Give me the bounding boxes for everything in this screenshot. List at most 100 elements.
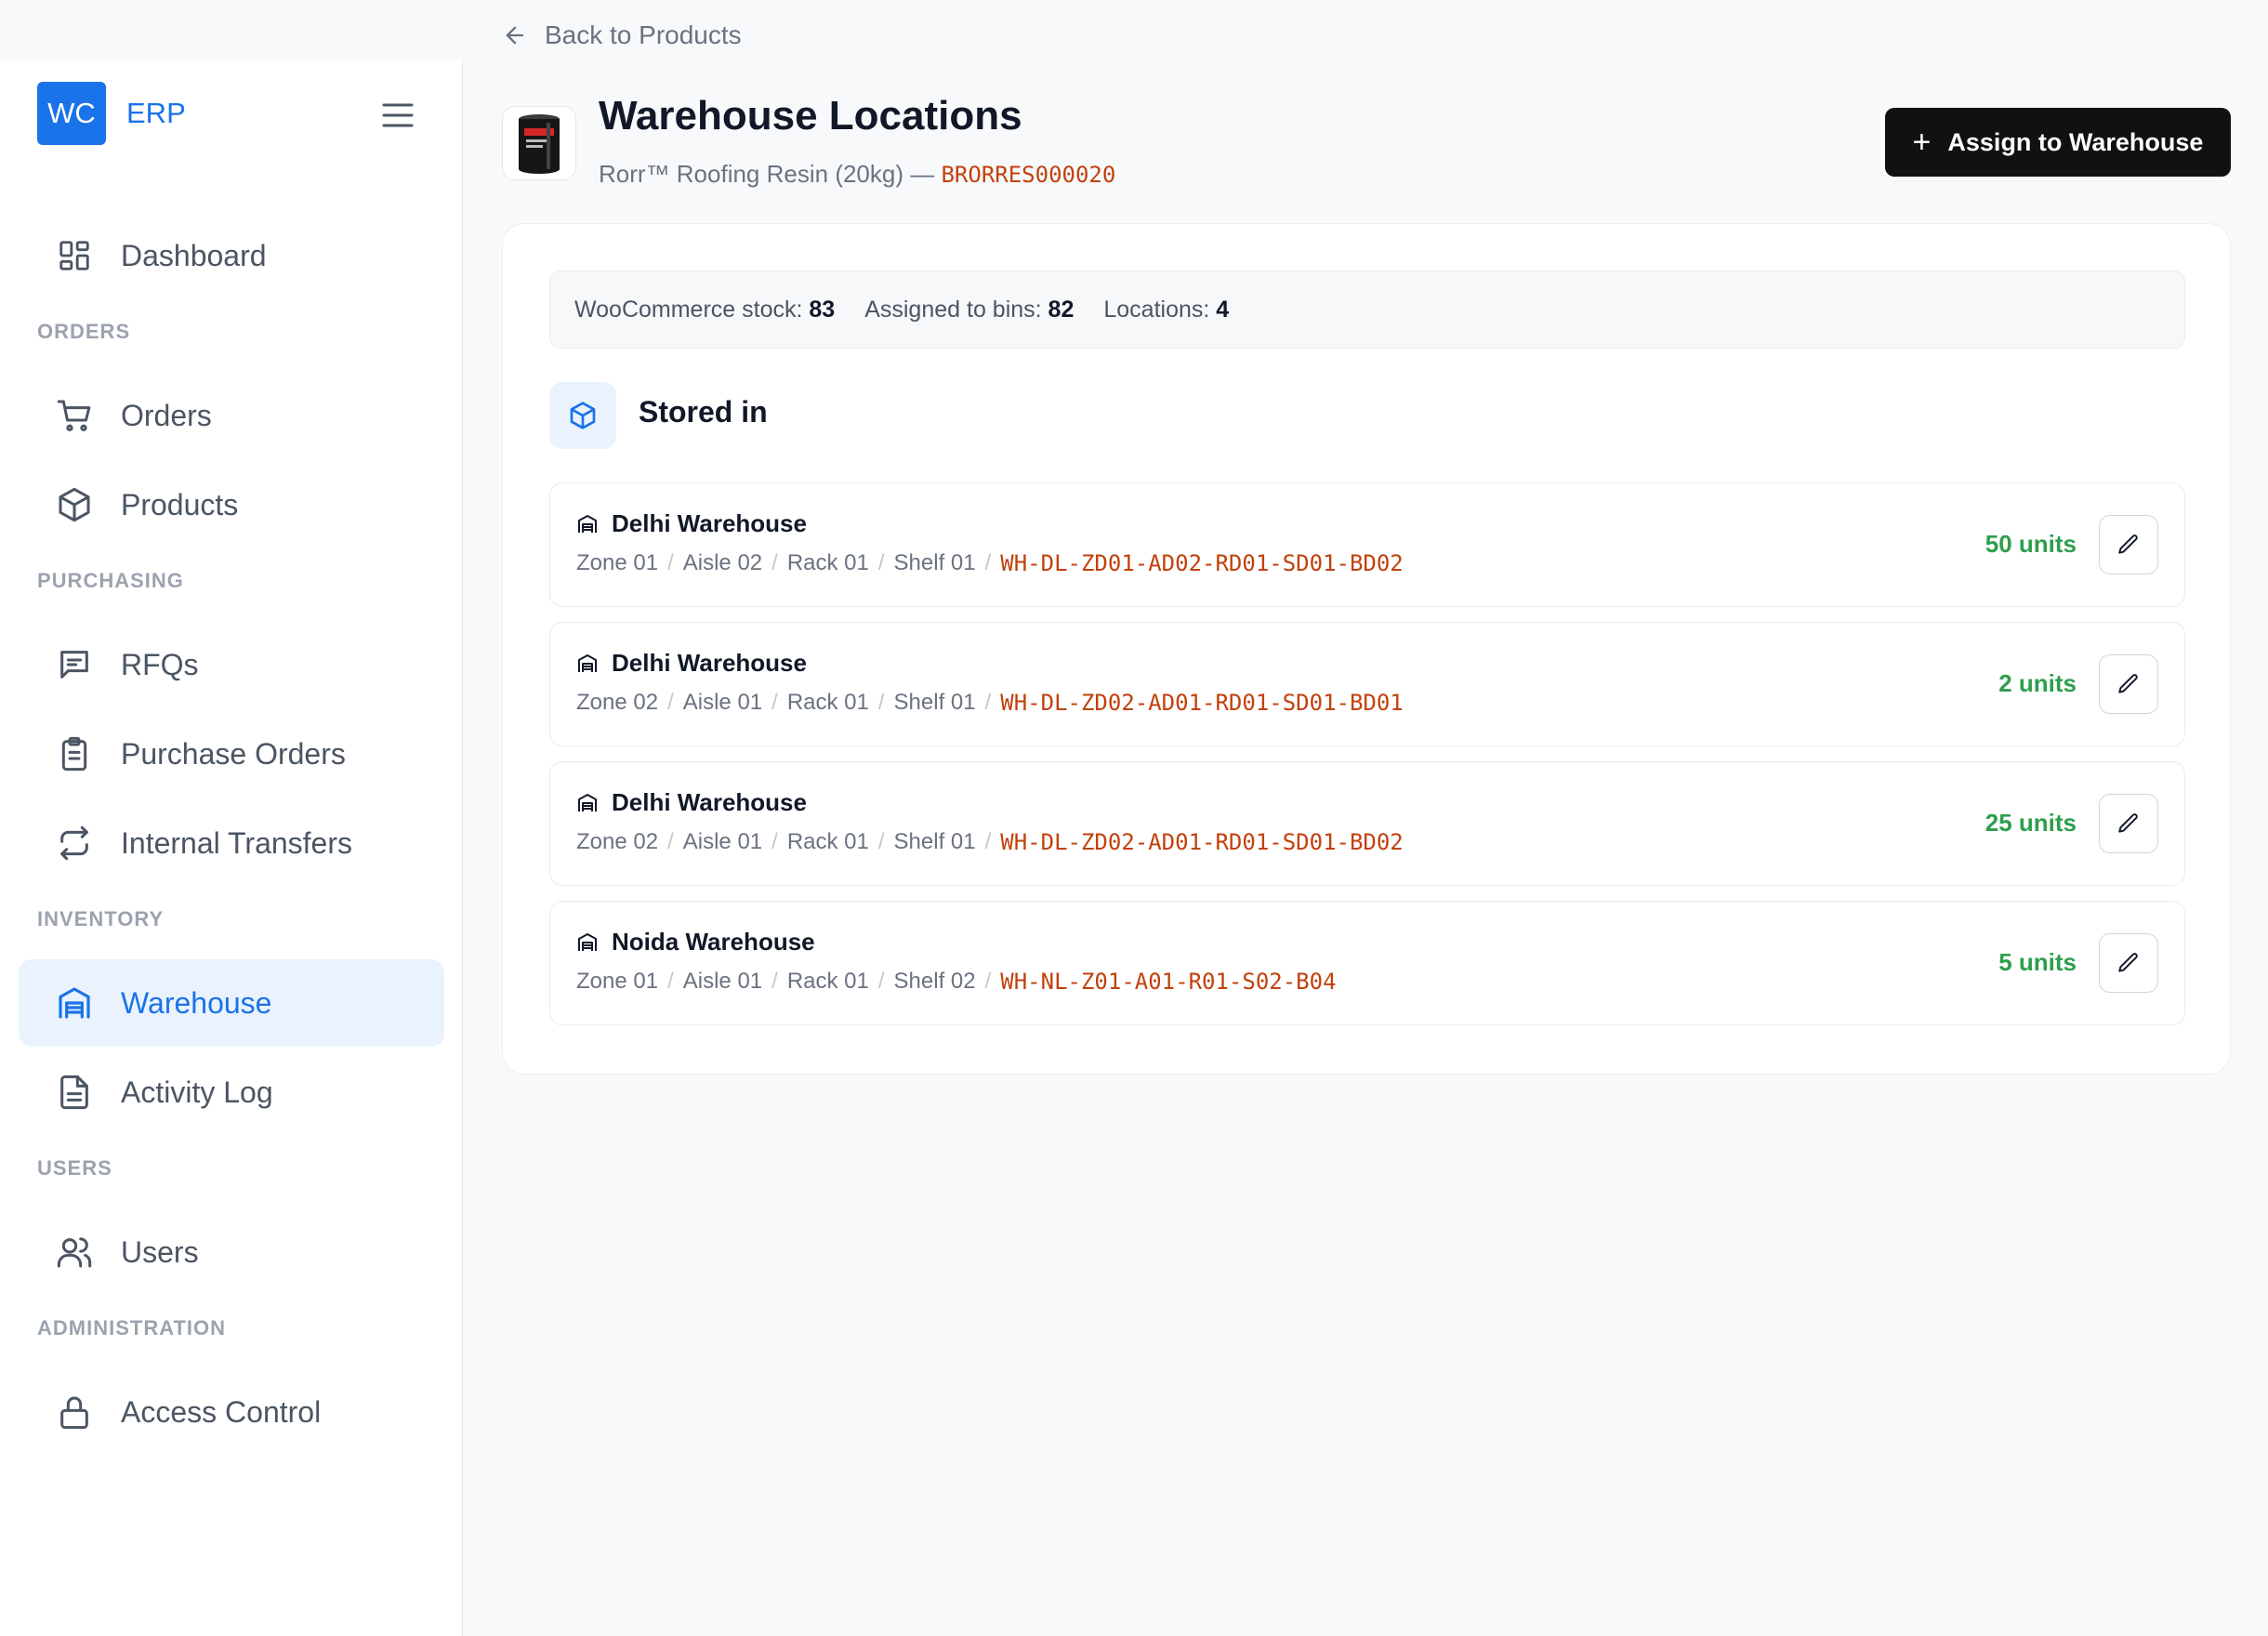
location-path: Zone 02 / Aisle 01 / Rack 01 / Shelf 01 / WH… <box>576 690 1404 716</box>
sidebar-item-label: Purchase Orders <box>121 736 346 771</box>
edit-location-button[interactable] <box>2099 933 2158 993</box>
shelf: Shelf 01 <box>893 829 976 854</box>
arrow-left-icon <box>502 20 532 50</box>
bin-code: WH-DL-ZD02-AD01-RD01-SD01-BD02 <box>1000 829 1404 855</box>
sidebar-item-orders[interactable]: Orders <box>19 372 444 459</box>
pencil-icon <box>2118 953 2138 972</box>
product-subtitle: Rorr™ Roofing Resin (20kg) — BRORRES0000… <box>599 160 1115 189</box>
location-row: Noida Warehouse Zone 01 / Aisle 01 / Rack … <box>549 901 2185 1025</box>
rack: Rack 01 <box>786 690 869 715</box>
bin-code: WH-NL-Z01-A01-R01-S02-B04 <box>1000 969 1337 995</box>
dashboard-icon <box>56 237 93 274</box>
sidebar-item-dashboard[interactable]: Dashboard <box>19 212 444 299</box>
locations-count-stat: Locations: 4 <box>1103 297 1229 323</box>
pencil-icon <box>2118 674 2138 693</box>
stored-in-heading: Stored in <box>639 395 768 429</box>
path-separator: / <box>877 969 885 994</box>
transfer-icon <box>56 825 93 862</box>
product-thumbnail <box>502 106 576 180</box>
document-icon <box>56 1074 93 1111</box>
sidebar-item-access-control[interactable]: Access Control <box>19 1368 444 1456</box>
location-row: Delhi Warehouse Zone 02 / Aisle 01 / Rack … <box>549 622 2185 746</box>
sidebar-item-users[interactable]: Users <box>19 1208 444 1296</box>
sidebar-item-products[interactable]: Products <box>19 461 444 548</box>
edit-location-button[interactable] <box>2099 794 2158 853</box>
path-separator: / <box>667 690 674 715</box>
stat-label: Assigned to bins: <box>864 296 1048 323</box>
sidebar-item-purchase-orders[interactable]: Purchase Orders <box>19 710 444 798</box>
sidebar-item-activity-log[interactable]: Activity Log <box>19 1049 444 1136</box>
warehouse-icon <box>576 652 600 676</box>
edit-location-button[interactable] <box>2099 654 2158 714</box>
path-separator: / <box>667 550 674 575</box>
zone: Zone 01 <box>576 550 659 575</box>
unit-count: 2 units <box>1998 669 2077 697</box>
rack: Rack 01 <box>786 829 869 854</box>
sidebar-item-label: Access Control <box>121 1394 322 1429</box>
zone: Zone 01 <box>576 969 659 994</box>
sidebar-item-label: Users <box>121 1234 199 1269</box>
sidebar-item-rfqs[interactable]: RFQs <box>19 621 444 708</box>
location-row: Delhi Warehouse Zone 01 / Aisle 02 / Rack … <box>549 482 2185 607</box>
path-separator: / <box>984 550 992 575</box>
path-separator: / <box>667 829 674 854</box>
menu-toggle-icon[interactable] <box>377 97 418 134</box>
package-icon <box>549 382 616 449</box>
warehouse-label: Delhi Warehouse <box>612 509 807 537</box>
path-separator: / <box>771 690 778 715</box>
aisle: Aisle 01 <box>682 690 763 715</box>
message-icon <box>56 646 93 683</box>
stat-label: WooCommerce stock: <box>574 296 810 323</box>
aisle: Aisle 01 <box>682 969 763 994</box>
sidebar-item-label: RFQs <box>121 647 199 681</box>
path-separator: / <box>984 829 992 854</box>
sidebar-item-label: Products <box>121 487 239 521</box>
zone: Zone 02 <box>576 690 659 715</box>
location-path: Zone 02 / Aisle 01 / Rack 01 / Shelf 01 / WH… <box>576 829 1404 855</box>
pencil-icon <box>2118 534 2138 554</box>
path-separator: / <box>771 550 778 575</box>
section-label-purchasing: PURCHASING <box>37 569 184 592</box>
pencil-icon <box>2118 813 2138 833</box>
warehouse-locations-card: WooCommerce stock: 83 Assigned to bins: … <box>502 223 2231 1075</box>
path-separator: / <box>771 829 778 854</box>
stock-summary-bar: WooCommerce stock: 83 Assigned to bins: … <box>549 270 2185 349</box>
assign-to-warehouse-button[interactable]: + Assign to Warehouse <box>1885 108 2231 177</box>
product-name: Rorr™ Roofing Resin (20kg) — <box>599 160 942 188</box>
sidebar-item-warehouse[interactable]: Warehouse <box>19 959 444 1047</box>
unit-count: 25 units <box>1984 809 2077 837</box>
rack: Rack 01 <box>786 969 869 994</box>
section-label-inventory: INVENTORY <box>37 907 165 930</box>
cart-icon <box>56 397 93 434</box>
location-path: Zone 01 / Aisle 01 / Rack 01 / Shelf 02 / WH… <box>576 969 1337 995</box>
stat-label: Locations: <box>1103 296 1217 323</box>
shelf: Shelf 01 <box>893 550 976 575</box>
shelf: Shelf 02 <box>893 969 976 994</box>
path-separator: / <box>877 550 885 575</box>
section-label-administration: ADMINISTRATION <box>37 1316 227 1339</box>
warehouse-icon <box>576 930 600 955</box>
unit-count: 50 units <box>1984 530 2077 558</box>
sidebar-item-internal-transfers[interactable]: Internal Transfers <box>19 799 444 887</box>
section-label-orders: ORDERS <box>37 320 131 343</box>
lock-icon <box>56 1393 93 1431</box>
back-label: Back to Products <box>545 20 742 49</box>
warehouse-name: Delhi Warehouse <box>576 649 807 678</box>
warehouse-name: Noida Warehouse <box>576 928 815 957</box>
users-icon <box>56 1234 93 1271</box>
assigned-to-bins-stat: Assigned to bins: 82 <box>864 297 1074 323</box>
box-icon <box>56 486 93 523</box>
warehouse-icon <box>576 791 600 815</box>
location-row: Delhi Warehouse Zone 02 / Aisle 01 / Rack … <box>549 761 2185 886</box>
stat-value: 83 <box>809 296 836 323</box>
rack: Rack 01 <box>786 550 869 575</box>
product-sku: BRORRES000020 <box>941 162 1116 188</box>
warehouse-icon <box>576 512 600 536</box>
warehouse-icon <box>56 984 93 1022</box>
path-separator: / <box>877 829 885 854</box>
shelf: Shelf 01 <box>893 690 976 715</box>
edit-location-button[interactable] <box>2099 515 2158 574</box>
back-to-products-link[interactable]: Back to Products <box>502 20 742 50</box>
logo[interactable]: WC ERP <box>37 82 186 145</box>
aisle: Aisle 02 <box>682 550 763 575</box>
